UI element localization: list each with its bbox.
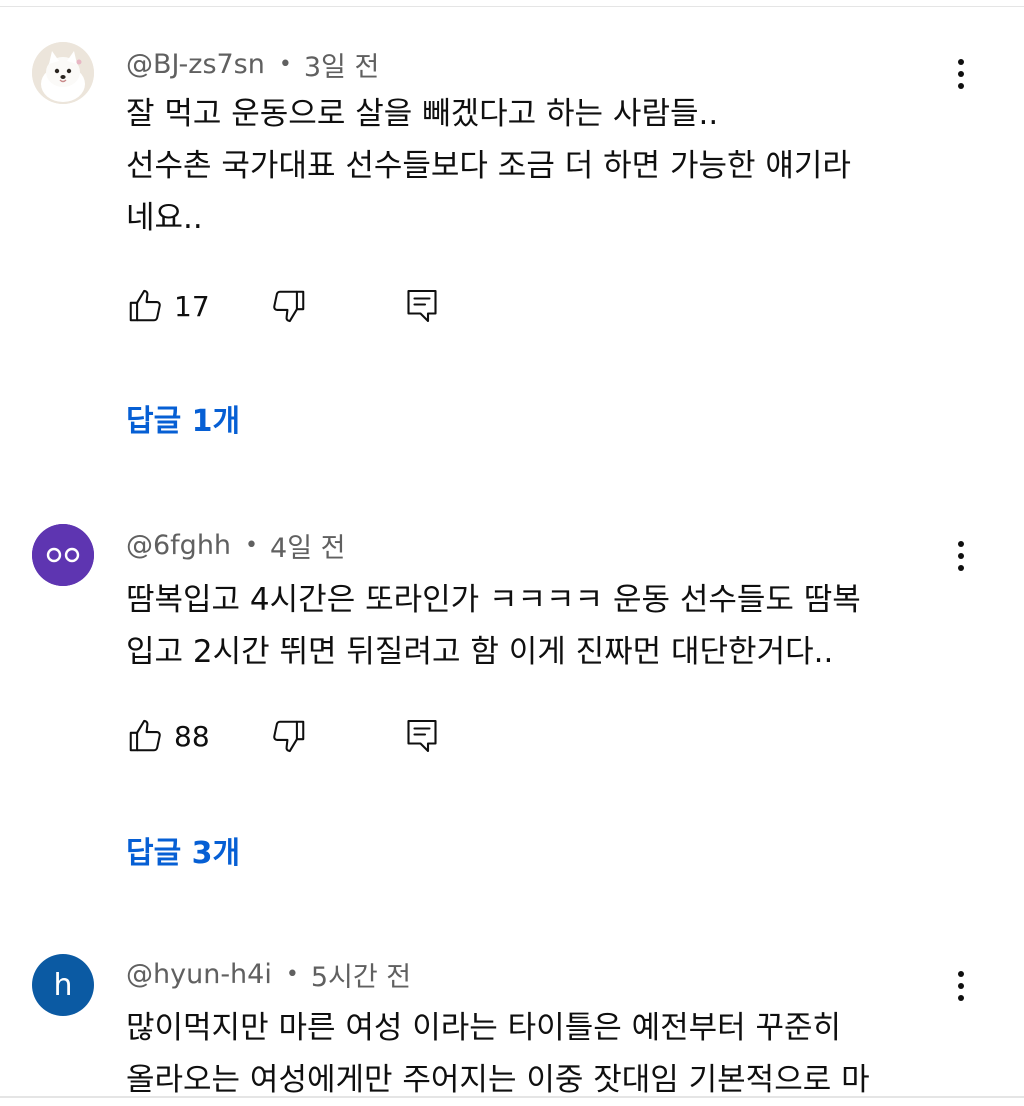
eyes-avatar-icon	[32, 524, 94, 586]
author-name[interactable]: @BJ-zs7sn	[126, 49, 265, 80]
separator-dot: •	[285, 961, 299, 987]
replies-toggle[interactable]: 답글 1개	[126, 396, 240, 440]
dislike-button[interactable]	[270, 714, 308, 758]
comment-meta: @BJ-zs7sn • 3일 전	[126, 44, 379, 84]
thumbs-down-icon	[273, 290, 305, 323]
comment-time: 4일 전	[270, 532, 346, 564]
separator-dot: •	[245, 532, 259, 558]
avatar[interactable]: h	[32, 954, 94, 1016]
comment-reply-icon	[407, 719, 437, 753]
reply-button[interactable]	[404, 284, 440, 328]
avatar[interactable]	[32, 524, 94, 586]
avatar-letter: h	[53, 967, 73, 1003]
like-button[interactable]: 17	[126, 284, 210, 328]
comment-reply-icon	[407, 289, 437, 323]
avatar[interactable]	[32, 42, 94, 104]
top-divider	[0, 6, 1024, 7]
dog-avatar-icon	[32, 42, 94, 104]
like-count: 88	[174, 719, 210, 753]
dislike-button[interactable]	[270, 284, 308, 328]
thumbs-up-icon	[129, 719, 161, 752]
author-name[interactable]: @hyun-h4i	[126, 959, 272, 990]
author-name[interactable]: @6fghh	[126, 530, 231, 561]
more-vertical-icon[interactable]	[944, 964, 978, 1008]
comment-text: 많이먹지만 마른 여성 이라는 타이틀은 예전부터 꾸준히 올라오는 여성에게만…	[126, 1010, 870, 1098]
reply-button[interactable]	[404, 714, 440, 758]
comment-time: 3일 전	[303, 51, 380, 83]
comment-text: 땀복입고 4시간은 또라인가 ㅋㅋㅋㅋ 운동 선수들도 땀복 입고 2시간 뛰면…	[126, 582, 861, 670]
like-count: 17	[174, 289, 210, 323]
more-vertical-icon[interactable]	[944, 52, 978, 96]
comment-meta: @hyun-h4i • 5시간 전	[126, 954, 411, 994]
comment-actions: 88	[126, 714, 466, 758]
thumbs-up-icon	[129, 289, 161, 322]
more-vertical-icon[interactable]	[944, 534, 978, 578]
separator-dot: •	[278, 51, 292, 77]
comment-text: 잘 먹고 운동으로 살을 빼겠다고 하는 사람들.. 선수촌 국가대표 선수들보…	[126, 96, 851, 236]
comment-time: 5시간 전	[310, 961, 412, 993]
comment-actions: 17	[126, 284, 466, 328]
bottom-divider	[0, 1096, 1024, 1098]
like-button[interactable]: 88	[126, 714, 210, 758]
replies-toggle[interactable]: 답글 3개	[126, 828, 240, 872]
comment-meta: @6fghh • 4일 전	[126, 525, 345, 565]
thumbs-down-icon	[273, 720, 305, 753]
